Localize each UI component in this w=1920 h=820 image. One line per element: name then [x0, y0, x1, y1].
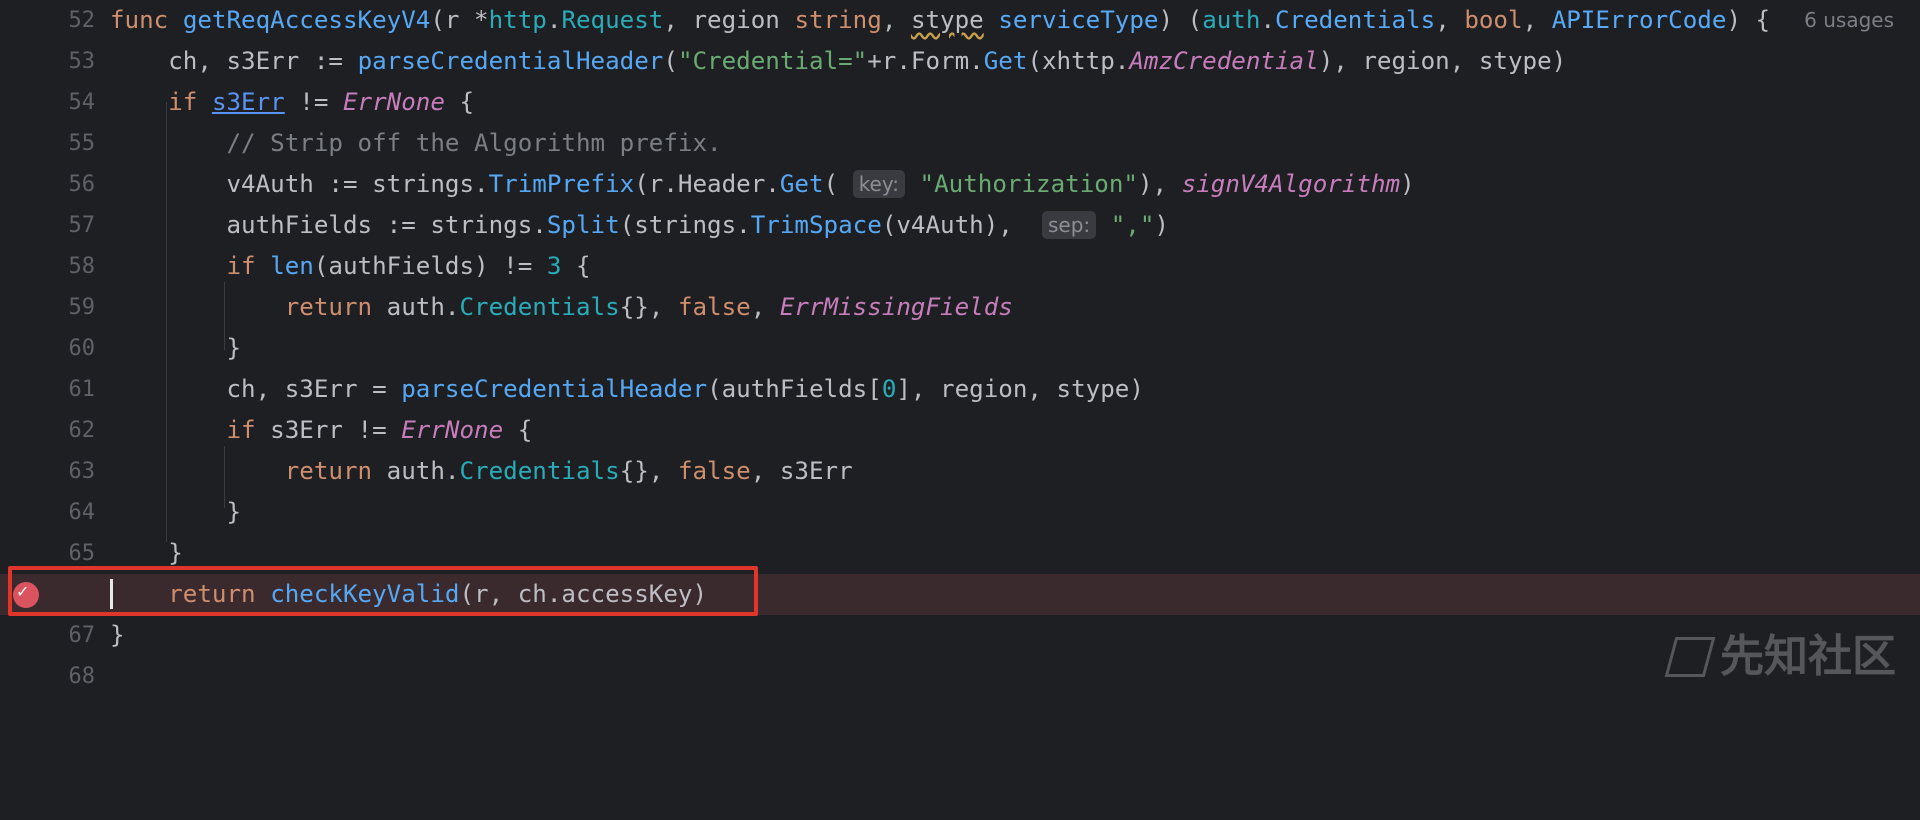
code-line[interactable]: 52 func getReqAccessKeyV4(r *http.Reques…: [0, 0, 1920, 41]
code-line[interactable]: 68: [0, 656, 1920, 697]
line-number: 52: [68, 8, 96, 33]
line-number: 57: [68, 213, 96, 238]
line-number: 59: [68, 295, 96, 320]
line-number: 63: [68, 459, 96, 484]
code-line[interactable]: 56 v4Auth := strings.TrimPrefix(r.Header…: [0, 164, 1920, 205]
code-text: if s3Err != ErrNone {: [226, 416, 533, 444]
line-number: 67: [68, 623, 96, 648]
code-line[interactable]: 62 if s3Err != ErrNone {: [0, 410, 1920, 451]
code-editor[interactable]: 52 func getReqAccessKeyV4(r *http.Reques…: [0, 0, 1920, 689]
code-text: return auth.Credentials{}, false, s3Err: [284, 457, 853, 485]
xianzhi-logo-icon: [1664, 637, 1716, 677]
parameter-hint-sep: sep:: [1042, 211, 1097, 239]
line-number: 62: [68, 418, 96, 443]
line-number: 56: [68, 172, 96, 197]
code-line[interactable]: 63 return auth.Credentials{}, false, s3E…: [0, 451, 1920, 492]
code-line[interactable]: 54 if s3Err != ErrNone {: [0, 82, 1920, 123]
usages-hint[interactable]: 6 usages: [1804, 0, 1894, 41]
watermark: 先知社区: [1664, 620, 1896, 684]
code-text: ch, s3Err := parseCredentialHeader("Cred…: [110, 47, 1567, 75]
line-number: 54: [68, 90, 96, 115]
code-text: if s3Err != ErrNone {: [168, 88, 475, 116]
code-line[interactable]: 59 return auth.Credentials{}, false, Err…: [0, 287, 1920, 328]
watermark-text: 先知社区: [1720, 631, 1896, 682]
annotation-highlight-box: [8, 566, 758, 616]
code-line[interactable]: 64 }: [0, 492, 1920, 533]
code-text: v4Auth := strings.TrimPrefix(r.Header.Ge…: [110, 170, 1415, 198]
line-number: 61: [68, 377, 96, 402]
code-text: if len(authFields) != 3 {: [226, 252, 591, 280]
code-text: }: [110, 621, 125, 649]
line-number: 60: [68, 336, 96, 361]
code-text: ch, s3Err = parseCredentialHeader(authFi…: [110, 375, 1144, 403]
line-number: 64: [68, 500, 96, 525]
code-comment: // Strip off the Algorithm prefix.: [110, 129, 722, 157]
code-line[interactable]: 67 }: [0, 615, 1920, 656]
line-number: 68: [68, 664, 96, 689]
code-line[interactable]: 61 ch, s3Err = parseCredentialHeader(aut…: [0, 369, 1920, 410]
code-text: authFields := strings.Split(strings.Trim…: [110, 211, 1169, 239]
line-number: 53: [68, 49, 96, 74]
code-line[interactable]: 55 // Strip off the Algorithm prefix.: [0, 123, 1920, 164]
code-text: func getReqAccessKeyV4(r *http.Request, …: [110, 6, 1771, 34]
code-text: }: [110, 334, 242, 362]
code-line[interactable]: 53 ch, s3Err := parseCredentialHeader("C…: [0, 41, 1920, 82]
parameter-hint-key: key:: [852, 170, 905, 198]
line-number: 58: [68, 254, 96, 279]
code-text: return auth.Credentials{}, false, ErrMis…: [284, 293, 1013, 321]
code-line[interactable]: 60 }: [0, 328, 1920, 369]
code-line[interactable]: 57 authFields := strings.Split(strings.T…: [0, 205, 1920, 246]
code-text: }: [110, 498, 242, 526]
code-line[interactable]: 58 if len(authFields) != 3 {: [0, 246, 1920, 287]
line-number: 55: [68, 131, 96, 156]
